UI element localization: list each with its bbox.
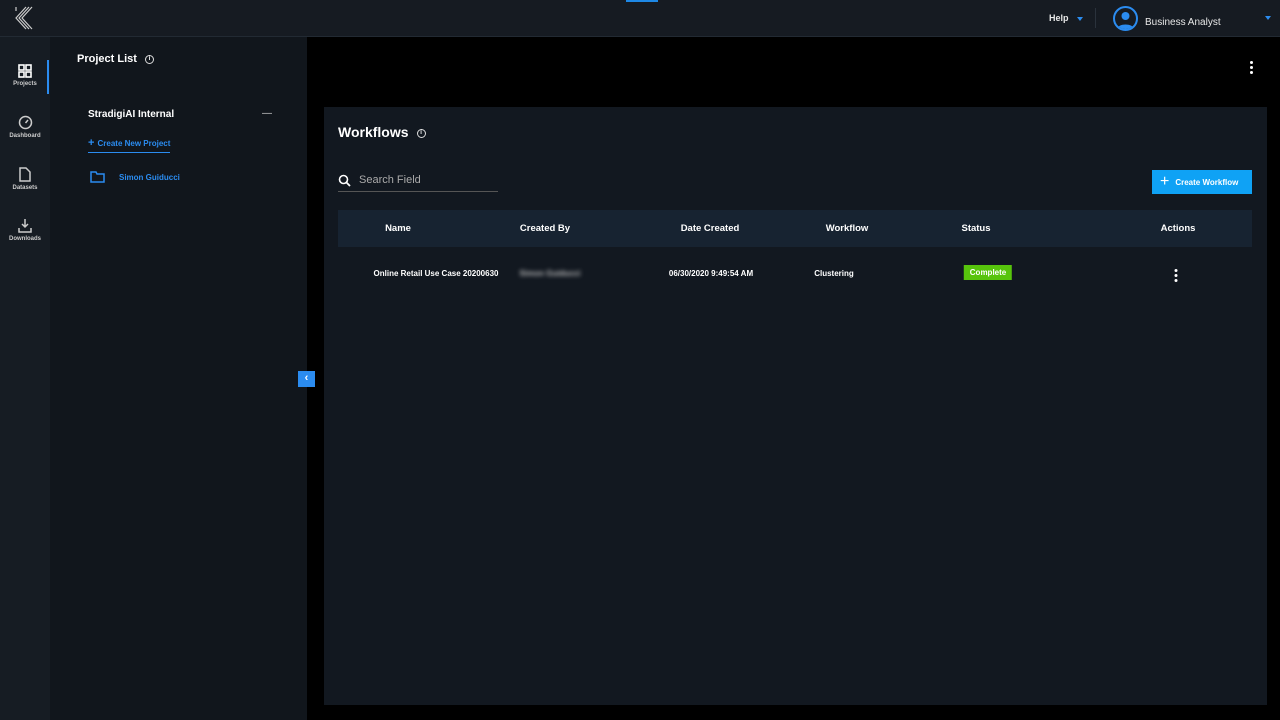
table-header: Name Created By Date Created Workflow St… [338,210,1252,247]
title-text: Project List [77,53,137,65]
workflows-title: Workflows i [338,124,426,140]
cell-workflow: Clustering [814,269,854,278]
project-name: Simon Guiducci [119,172,180,182]
nav-dashboard[interactable]: Dashboard [0,115,50,139]
avatar[interactable] [1113,6,1138,31]
search-icon [338,174,351,187]
col-actions: Actions [1160,223,1196,234]
row-actions-icon[interactable] [1174,269,1178,284]
project-item[interactable]: Simon Guiducci [90,171,180,183]
nav-label: Projects [13,81,37,87]
org-name: StradigiAI Internal [88,109,175,120]
user-name[interactable]: Business Analyst [1145,17,1221,28]
info-icon[interactable]: i [416,128,426,138]
divider [1095,8,1096,28]
cell-created-by: Simon Guiducci [519,269,581,278]
nav-projects[interactable]: Projects [0,64,50,87]
gauge-icon [18,115,32,130]
col-status[interactable]: Status [961,223,990,234]
table-row[interactable]: Online Retail Use Case 20200630 Simon Gu… [338,255,1252,289]
help-menu[interactable]: Help [1049,13,1083,23]
project-list-panel: Project List i StradigiAI Internal — + Cr… [50,37,307,720]
grid-icon [18,64,32,78]
nav-downloads[interactable]: Downloads [0,218,50,242]
status-badge: Complete [963,265,1013,280]
top-indicator [626,0,658,2]
create-project-link[interactable]: + Create New Project [88,137,171,153]
nav-label: Downloads [8,236,41,242]
side-nav: Projects Dashboard Datasets Downloads [0,37,50,720]
user-menu-chevron-icon[interactable] [1265,16,1271,20]
nav-label: Datasets [12,185,38,191]
top-bar: Help Business Analyst [0,0,1280,37]
create-label: Create New Project [97,139,171,148]
plus-icon: + [1160,173,1170,190]
button-label: Create Workflow [1175,177,1239,187]
col-date-created[interactable]: Date Created [681,223,740,234]
nav-label: Dashboard [9,133,41,139]
cell-date: 06/30/2020 9:49:54 AM [668,269,754,278]
workflows-card: Workflows i + Create Workflow Name Created… [324,107,1267,705]
logo-icon [15,6,33,30]
collapse-panel-button[interactable]: ‹ [298,371,315,387]
col-workflow[interactable]: Workflow [826,223,869,234]
project-list-title: Project List i [77,53,154,65]
more-options-icon[interactable] [1250,61,1254,76]
help-label: Help [1049,13,1069,23]
nav-datasets[interactable]: Datasets [0,167,50,191]
file-icon [19,167,31,182]
search-field[interactable] [338,169,498,192]
create-workflow-button[interactable]: + Create Workflow [1152,170,1252,194]
folder-icon [90,171,105,183]
chevron-down-icon [1076,16,1083,21]
search-input[interactable] [359,174,489,186]
download-icon [18,219,32,233]
col-created-by[interactable]: Created By [520,223,570,234]
collapse-group-icon[interactable]: — [262,108,272,119]
title-text: Workflows [338,124,409,140]
cell-name[interactable]: Online Retail Use Case 20200630 [374,269,499,278]
info-icon[interactable]: i [144,54,154,64]
col-name[interactable]: Name [385,223,411,234]
